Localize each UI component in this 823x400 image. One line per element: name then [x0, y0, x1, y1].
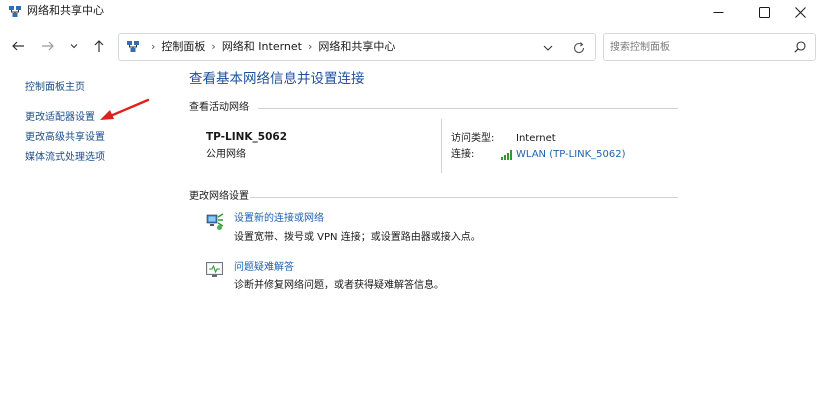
main-content: 查看基本网络信息并设置连接 查看活动网络 TP-LINK_5062 公用网络 访…	[170, 70, 823, 400]
troubleshoot-problems-link[interactable]: 问题疑难解答	[234, 261, 294, 274]
refresh-icon[interactable]	[571, 40, 587, 56]
active-networks-heading: 查看活动网络	[189, 102, 249, 113]
setup-new-connection-link[interactable]: 设置新的连接或网络	[234, 212, 324, 225]
change-settings-heading: 更改网络设置	[189, 191, 249, 202]
search-icon[interactable]	[793, 40, 807, 54]
setup-new-connection-description: 设置宽带、拨号或 VPN 连接；或设置路由器或接入点。	[234, 232, 481, 243]
connection-link[interactable]: WLAN (TP-LINK_5062)	[516, 148, 626, 161]
address-dropdown-icon[interactable]	[541, 41, 555, 55]
arrow-left-icon	[12, 41, 24, 51]
close-icon	[794, 6, 806, 18]
sidebar-item-advanced-sharing-settings[interactable]: 更改高级共享设置	[25, 131, 105, 144]
troubleshoot-icon	[206, 262, 223, 277]
window-title: 网络和共享中心	[27, 4, 104, 17]
arrow-right-icon	[42, 41, 54, 51]
wifi-signal-icon	[501, 150, 512, 160]
minimize-button[interactable]	[695, 0, 741, 24]
network-type[interactable]: 公用网络	[206, 148, 246, 161]
access-type-value: Internet	[516, 133, 556, 144]
sidebar-item-media-streaming-options[interactable]: 媒体流式处理选项	[25, 151, 105, 164]
network-center-icon	[9, 6, 21, 17]
troubleshoot-problems-description: 诊断并修复网络问题，或者获得疑难解答信息。	[234, 280, 444, 291]
access-type-label: 访问类型:	[451, 133, 495, 144]
page-title: 查看基本网络信息并设置连接	[189, 71, 365, 87]
section-divider	[250, 197, 678, 198]
breadcrumb: › 控制面板 › 网络和 Internet › 网络和共享中心	[145, 40, 395, 54]
up-button[interactable]	[90, 37, 108, 55]
vertical-divider	[441, 119, 442, 173]
chevron-right-icon: ›	[211, 40, 216, 53]
network-name: TP-LINK_5062	[206, 131, 288, 143]
control-panel-icon	[127, 41, 139, 52]
search-box[interactable]	[603, 33, 816, 61]
connection-label: 连接:	[451, 149, 475, 160]
section-divider	[258, 108, 678, 109]
chevron-right-icon: ›	[308, 40, 313, 53]
network-setup-icon	[206, 213, 224, 230]
chevron-right-icon: ›	[151, 40, 156, 53]
address-bar[interactable]: › 控制面板 › 网络和 Internet › 网络和共享中心	[118, 33, 596, 61]
breadcrumb-network-sharing-center[interactable]: 网络和共享中心	[318, 40, 395, 54]
minimize-icon	[713, 11, 723, 13]
search-input[interactable]	[610, 40, 786, 54]
forward-button[interactable]	[39, 37, 57, 55]
back-button[interactable]	[9, 37, 27, 55]
red-arrow-annotation	[100, 98, 150, 120]
close-button[interactable]	[777, 0, 823, 24]
maximize-icon	[758, 6, 770, 18]
title-bar: 网络和共享中心	[0, 0, 823, 24]
sidebar-item-change-adapter-settings[interactable]: 更改适配器设置	[25, 111, 95, 124]
sidebar-item-control-panel-home[interactable]: 控制面板主页	[25, 81, 85, 94]
breadcrumb-network-internet[interactable]: 网络和 Internet	[222, 40, 302, 54]
breadcrumb-control-panel[interactable]: 控制面板	[161, 40, 205, 54]
chevron-down-icon	[70, 44, 78, 49]
recent-locations-button[interactable]	[65, 37, 83, 55]
arrow-up-icon	[94, 40, 104, 52]
